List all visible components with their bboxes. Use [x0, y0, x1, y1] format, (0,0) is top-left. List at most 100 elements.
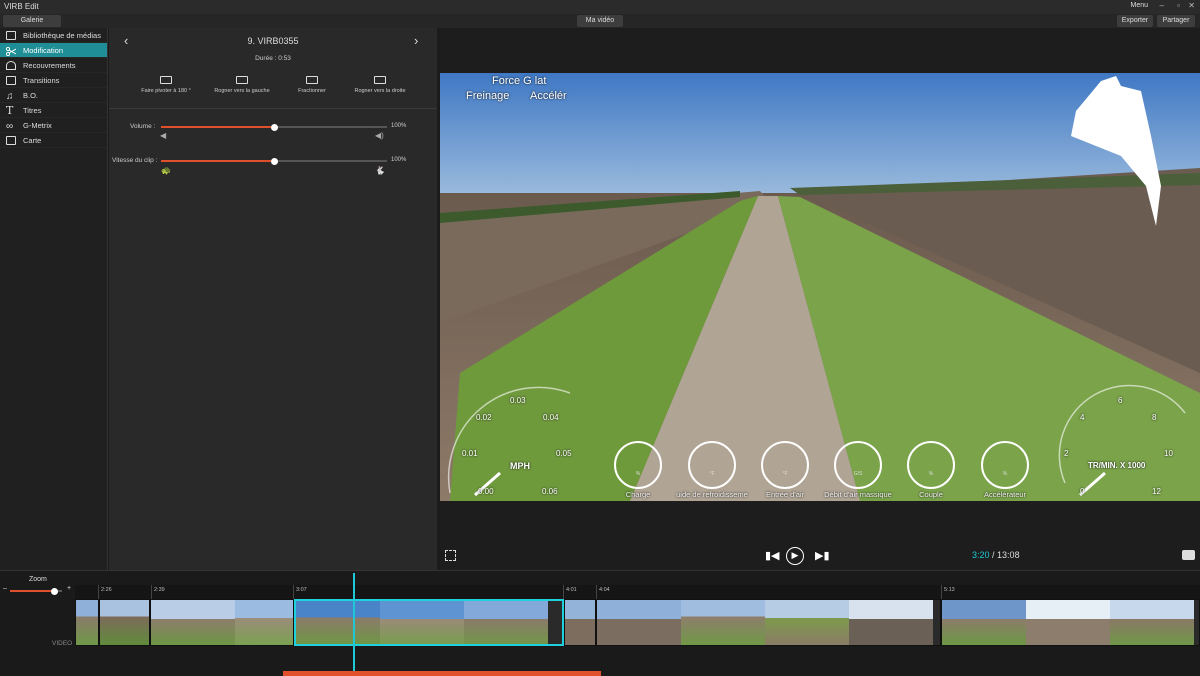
gauge-unit: %	[635, 471, 641, 477]
volume-slider[interactable]	[161, 123, 387, 131]
zoom-fill	[10, 590, 54, 592]
title-bar: VIRB Edit Menu – ▫ ✕	[0, 0, 1200, 14]
gauge-maf: G/S	[834, 441, 882, 489]
turtle-icon: 🐢	[161, 166, 171, 175]
ruler-tick	[596, 585, 597, 599]
sidebar-item-media-library[interactable]: Bibliothèque de médias	[0, 28, 107, 43]
sidebar-item-soundtrack[interactable]: ♫ B.O.	[0, 88, 107, 103]
sidebar-item-label: G-Metrix	[23, 121, 52, 130]
rpm-tick: 4	[1080, 413, 1085, 422]
zoom-minus[interactable]: –	[3, 585, 7, 592]
sidebar-item-overlays[interactable]: Recouvrements	[0, 58, 107, 73]
speed-fill	[161, 160, 274, 162]
zoom-plus[interactable]: +	[67, 585, 71, 592]
timeline-clip[interactable]	[99, 599, 150, 646]
rpm-tick: 6	[1118, 396, 1123, 405]
video-preview[interactable]: Force G lat Freinage Accélér 0.00 0.01 0…	[440, 73, 1200, 501]
previous-frame-icon[interactable]: ▮◀	[765, 549, 780, 562]
gauge-coolant: °F	[688, 441, 736, 489]
volume-fill	[161, 126, 274, 128]
next-frame-icon[interactable]: ▶▮	[815, 549, 830, 562]
ruler-tick	[563, 585, 564, 599]
time-separator: /	[989, 550, 998, 560]
scissors-icon	[5, 46, 17, 57]
top-toolbar: Galerie Ma vidéo Exporter Partager	[0, 14, 1200, 28]
split-button[interactable]: Fractionner	[277, 76, 347, 94]
rpm-tick: 0	[1080, 487, 1085, 496]
rotate-icon	[160, 76, 172, 84]
timeline-clip[interactable]	[941, 599, 1200, 646]
volume-knob[interactable]	[270, 123, 278, 131]
export-button[interactable]: Exporter	[1117, 15, 1153, 27]
timeline-clip[interactable]	[564, 599, 596, 646]
sidebar-item-label: Carte	[23, 136, 42, 145]
total-time: 13:08	[997, 550, 1020, 560]
sidebar-item-label: Bibliothèque de médias	[23, 31, 101, 40]
zoom-knob[interactable]	[51, 587, 58, 595]
sidebar-item-titles[interactable]: T Titres	[0, 103, 107, 118]
gauge-intake: °F	[761, 441, 809, 489]
timeline-clip[interactable]	[75, 599, 99, 646]
speed-tick: 0.06	[542, 487, 558, 496]
ruler-label: 4:01	[566, 587, 577, 593]
track-label: VIDEO	[52, 640, 73, 647]
fullscreen-icon[interactable]	[445, 550, 456, 561]
rotate-180-button[interactable]: Faire pivoter à 180 °	[131, 76, 201, 94]
trim-left-button[interactable]: Rogner vers la gauche	[207, 76, 277, 94]
timeline-clip-selected[interactable]	[294, 599, 564, 646]
gauge-overlay-arcs	[447, 384, 1186, 497]
gallery-button[interactable]: Galerie	[3, 15, 61, 27]
volume-value: 100%	[391, 123, 407, 129]
speed-value: 100%	[391, 157, 407, 163]
timeline: Zoom – + VIDEO 2:26 2:39 3:07 4:01 4:04 …	[0, 570, 1200, 676]
player-controls: ▮◀ ▶ ▶▮ 3:20 / 13:08	[440, 544, 1200, 570]
share-button[interactable]: Partager	[1157, 15, 1195, 27]
current-time: 3:20	[972, 550, 990, 560]
sidebar-item-map[interactable]: Carte	[0, 133, 107, 148]
sidebar: Bibliothèque de médias Modification Reco…	[0, 28, 108, 570]
trim-right-icon	[374, 76, 386, 84]
rpm-tick: 10	[1164, 449, 1173, 458]
speed-knob[interactable]	[270, 157, 278, 165]
speed-slider[interactable]	[161, 157, 387, 165]
timeline-clip[interactable]	[596, 599, 941, 646]
menu-button[interactable]: Menu	[1130, 2, 1148, 9]
clip-name: 9. VIRB0355	[247, 36, 299, 46]
project-title[interactable]: Ma vidéo	[577, 15, 623, 27]
gauge-load: %	[614, 441, 662, 489]
force-g-label: Force G lat	[492, 75, 547, 87]
minimize-button[interactable]: –	[1160, 1, 1164, 10]
gauge-unit: °F	[782, 471, 788, 477]
zoom-slider[interactable]	[10, 587, 62, 595]
gauge-icon	[6, 61, 16, 70]
tool-label: Rogner vers la gauche	[214, 88, 270, 94]
maximize-button[interactable]: ▫	[1177, 1, 1180, 10]
trim-right-button[interactable]: Rogner vers la droite	[345, 76, 415, 94]
close-button[interactable]: ✕	[1188, 1, 1195, 10]
divider	[109, 108, 437, 109]
speed-tick: 0.02	[476, 413, 492, 422]
media-library-icon	[6, 31, 16, 40]
timeline-scrollbar[interactable]	[283, 671, 601, 676]
sidebar-item-modification[interactable]: Modification	[0, 43, 107, 58]
snapshot-camera-icon[interactable]	[1182, 550, 1195, 560]
speed-unit: MPH	[510, 461, 530, 471]
speed-tick: 0.00	[478, 487, 494, 496]
timecode: 3:20 / 13:08	[972, 550, 1020, 560]
timeline-clip[interactable]	[150, 599, 294, 646]
next-clip-button[interactable]: ›	[414, 33, 418, 48]
trim-left-icon	[236, 76, 248, 84]
sidebar-item-gmetrix[interactable]: ∞ G-Metrix	[0, 118, 107, 133]
sidebar-item-transitions[interactable]: Transitions	[0, 73, 107, 88]
clip-duration: Durée : 0:53	[255, 55, 291, 62]
ruler-label: 2:39	[154, 587, 165, 593]
playhead[interactable]	[353, 573, 355, 671]
gauge-unit: %	[1002, 471, 1008, 477]
sidebar-item-label: B.O.	[23, 91, 39, 100]
ruler-label: 3:07	[296, 587, 307, 593]
play-button[interactable]: ▶	[786, 547, 804, 565]
zoom-label: Zoom	[29, 576, 47, 583]
time-ruler[interactable]: 2:26 2:39 3:07 4:01 4:04 5:13	[75, 585, 1200, 599]
map-track-overlay	[1071, 76, 1161, 226]
gauge-unit: %	[928, 471, 934, 477]
